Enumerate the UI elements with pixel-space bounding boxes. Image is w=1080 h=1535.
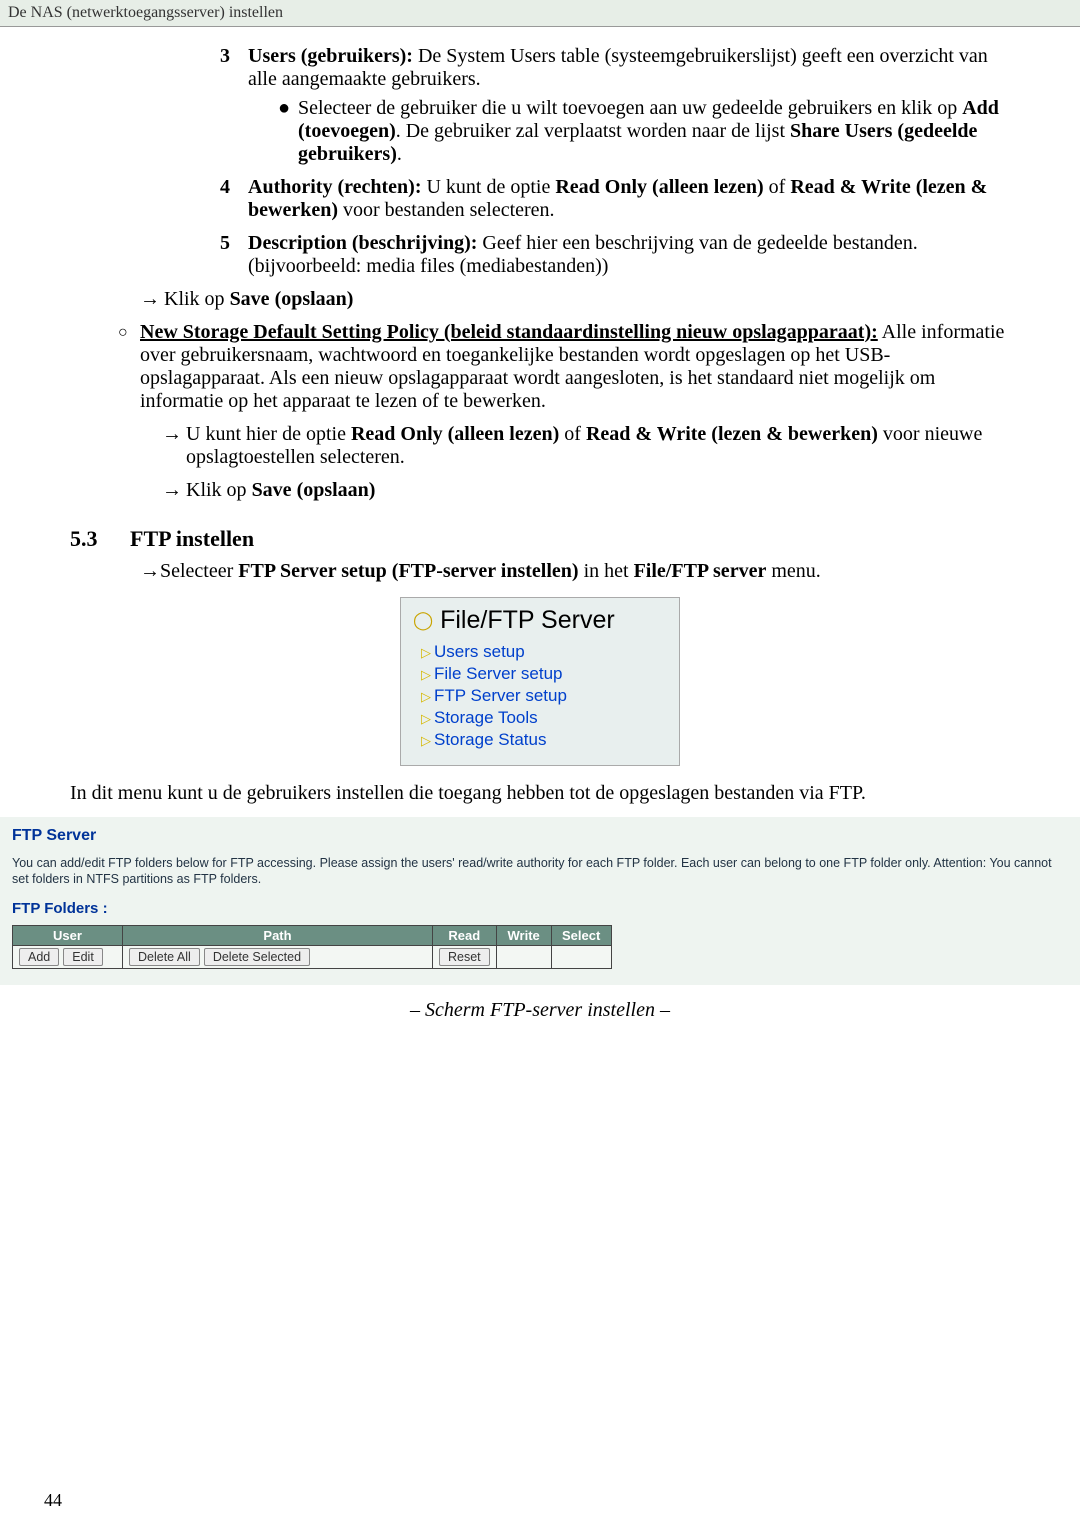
section-title: FTP instellen bbox=[130, 526, 254, 551]
arrow-right-icon: → bbox=[162, 423, 186, 469]
klik-bold: Save (opslaan) bbox=[230, 288, 354, 310]
ftp-server-panel: FTP Server You can add/edit FTP folders … bbox=[0, 817, 1080, 985]
menu-title: ◯ File/FTP Server bbox=[413, 606, 679, 635]
triangle-right-icon: ▷ bbox=[421, 711, 431, 726]
arrow-line-save-1: → Klik op Save (opslaan) bbox=[140, 288, 1010, 311]
item-bold: Read Only (alleen lezen) bbox=[555, 176, 763, 198]
list-item-4: 4 Authority (rechten): U kunt de optie R… bbox=[220, 176, 1010, 222]
sub-bold: Read Only (alleen lezen) bbox=[351, 423, 559, 445]
arrow-right-icon: → bbox=[162, 479, 186, 502]
menu-item-label: Storage Tools bbox=[434, 708, 538, 727]
menu-item-users-setup[interactable]: ▷Users setup bbox=[413, 641, 679, 663]
triangle-right-icon: ▷ bbox=[421, 689, 431, 704]
col-select: Select bbox=[551, 925, 611, 945]
menu-title-text: File/FTP Server bbox=[440, 606, 615, 634]
arrow-right-icon: → bbox=[140, 288, 164, 311]
arrow-sub-save: → Klik op Save (opslaan) bbox=[162, 479, 1010, 502]
klik-text: Klik op bbox=[164, 288, 230, 310]
item-title: Users (gebruikers): bbox=[248, 45, 413, 67]
sel-bold: File/FTP server bbox=[634, 560, 767, 582]
table-header-row: User Path Read Write Select bbox=[13, 925, 612, 945]
menu-screenshot: ◯ File/FTP Server ▷Users setup ▷File Ser… bbox=[400, 597, 680, 766]
sub-text: U kunt hier de optie bbox=[186, 423, 351, 445]
cell-user-actions: AddEdit bbox=[13, 945, 123, 968]
bullet-text: . De gebruiker zal verplaatst worden naa… bbox=[396, 120, 790, 142]
sel-text: Selecteer bbox=[160, 560, 238, 582]
cell-empty bbox=[496, 945, 551, 968]
menu-item-label: FTP Server setup bbox=[434, 686, 567, 705]
bullet-dot-icon: ● bbox=[278, 97, 298, 166]
list-item-5: 5 Description (beschrijving): Geef hier … bbox=[220, 232, 1010, 278]
col-path: Path bbox=[123, 925, 433, 945]
item-text: voor bestanden selecteren. bbox=[338, 199, 555, 221]
item-number: 3 bbox=[220, 45, 248, 166]
delete-selected-button[interactable]: Delete Selected bbox=[204, 948, 310, 966]
arrow-sub-readopt: → U kunt hier de optie Read Only (alleen… bbox=[162, 423, 1010, 469]
cell-path-actions: Delete AllDelete Selected bbox=[123, 945, 433, 968]
triangle-right-icon: ▷ bbox=[421, 733, 431, 748]
circle-icon: ○ bbox=[118, 321, 140, 502]
triangle-right-icon: ▷ bbox=[421, 667, 431, 682]
ftp-panel-title: FTP Server bbox=[12, 827, 1068, 845]
item-text: U kunt de optie bbox=[421, 176, 555, 198]
figure-caption: – Scherm FTP-server instellen – bbox=[70, 999, 1010, 1022]
item-number: 5 bbox=[220, 232, 248, 278]
cell-empty bbox=[551, 945, 611, 968]
paragraph-ftp-intro: In dit menu kunt u de gebruikers instell… bbox=[70, 782, 1010, 805]
section-number: 5.3 bbox=[70, 526, 130, 552]
menu-item-file-server-setup[interactable]: ▷File Server setup bbox=[413, 663, 679, 685]
klik2-text: Klik op bbox=[186, 479, 252, 501]
list-item-3: 3 Users (gebruikers): De System Users ta… bbox=[220, 45, 1010, 166]
col-write: Write bbox=[496, 925, 551, 945]
sub-text: of bbox=[559, 423, 586, 445]
col-user: User bbox=[13, 925, 123, 945]
item-title: Description (beschrijving): bbox=[248, 232, 477, 254]
bullet-text: Selecteer de gebruiker die u wilt toevoe… bbox=[298, 97, 962, 119]
select-ftp-line: → Selecteer FTP Server setup (FTP-server… bbox=[140, 560, 1010, 583]
edit-button[interactable]: Edit bbox=[63, 948, 103, 966]
ring-icon: ◯ bbox=[413, 610, 433, 630]
menu-item-label: Storage Status bbox=[434, 730, 546, 749]
page-header: De NAS (netwerktoegangsserver) instellen bbox=[0, 0, 1080, 27]
arrow-right-icon: → bbox=[140, 560, 160, 583]
item-number: 4 bbox=[220, 176, 248, 222]
circle-title: New Storage Default Setting Policy (bele… bbox=[140, 321, 878, 343]
item-text: of bbox=[764, 176, 791, 198]
col-read: Read bbox=[433, 925, 497, 945]
delete-all-button[interactable]: Delete All bbox=[129, 948, 200, 966]
sub-bold: Read & Write (lezen & bewerken) bbox=[586, 423, 878, 445]
sel-text: menu. bbox=[766, 560, 820, 582]
sel-bold: FTP Server setup (FTP-server instellen) bbox=[238, 560, 578, 582]
sel-text: in het bbox=[579, 560, 634, 582]
bullet-text: . bbox=[397, 143, 402, 165]
reset-button[interactable]: Reset bbox=[439, 948, 490, 966]
ftp-panel-description: You can add/edit FTP folders below for F… bbox=[12, 855, 1068, 888]
ftp-folders-label: FTP Folders : bbox=[12, 900, 1068, 917]
sub-bullet: ● Selecteer de gebruiker die u wilt toev… bbox=[278, 97, 1010, 166]
page-number: 44 bbox=[44, 1490, 62, 1511]
ftp-folders-table: User Path Read Write Select AddEdit Dele… bbox=[12, 925, 612, 969]
menu-item-label: File Server setup bbox=[434, 664, 563, 683]
item-title: Authority (rechten): bbox=[248, 176, 421, 198]
menu-item-storage-tools[interactable]: ▷Storage Tools bbox=[413, 707, 679, 729]
circle-section: ○ New Storage Default Setting Policy (be… bbox=[118, 321, 1010, 502]
menu-item-storage-status[interactable]: ▷Storage Status bbox=[413, 729, 679, 751]
menu-item-ftp-server-setup[interactable]: ▷FTP Server setup bbox=[413, 685, 679, 707]
klik2-bold: Save (opslaan) bbox=[252, 479, 376, 501]
add-button[interactable]: Add bbox=[19, 948, 59, 966]
triangle-right-icon: ▷ bbox=[421, 645, 431, 660]
menu-item-label: Users setup bbox=[434, 642, 525, 661]
section-heading-53: 5.3FTP instellen bbox=[70, 526, 1010, 552]
table-row-actions: AddEdit Delete AllDelete Selected Reset bbox=[13, 945, 612, 968]
cell-read-actions: Reset bbox=[433, 945, 497, 968]
